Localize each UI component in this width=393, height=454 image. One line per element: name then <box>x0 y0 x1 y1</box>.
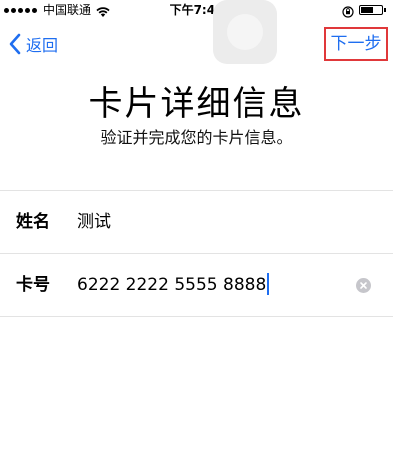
clear-icon <box>360 282 367 289</box>
next-button[interactable]: 下一步 <box>324 27 388 61</box>
back-button-label: 返回 <box>26 36 59 55</box>
back-button[interactable]: 返回 <box>8 32 58 56</box>
card-number-input-wrap[interactable]: 6222 2222 5555 8888 <box>77 254 270 316</box>
name-label: 姓名 <box>16 212 50 232</box>
card-number-label: 卡号 <box>16 275 50 295</box>
status-bar: 中国联通 下午7:42 <box>0 0 393 20</box>
app-icon <box>213 0 277 64</box>
name-field[interactable]: 测试 <box>77 191 111 253</box>
battery-icon <box>359 5 386 15</box>
status-right <box>342 0 386 20</box>
page-title: 卡片详细信息 <box>88 84 305 124</box>
card-number-field[interactable]: 6222 2222 5555 8888 <box>77 275 266 295</box>
divider <box>0 316 393 317</box>
rotation-lock-icon <box>342 4 354 18</box>
name-row[interactable]: 姓名 测试 <box>0 191 393 253</box>
status-time: 下午7:42 <box>169 3 224 17</box>
clear-button[interactable] <box>356 278 371 293</box>
chevron-left-icon <box>8 33 22 55</box>
card-number-row[interactable]: 卡号 6222 2222 5555 8888 <box>0 254 393 316</box>
text-cursor <box>267 273 270 295</box>
page-subtitle: 验证并完成您的卡片信息。 <box>100 128 293 147</box>
card-details-form: 姓名 测试 卡号 6222 2222 5555 8888 <box>0 190 393 317</box>
